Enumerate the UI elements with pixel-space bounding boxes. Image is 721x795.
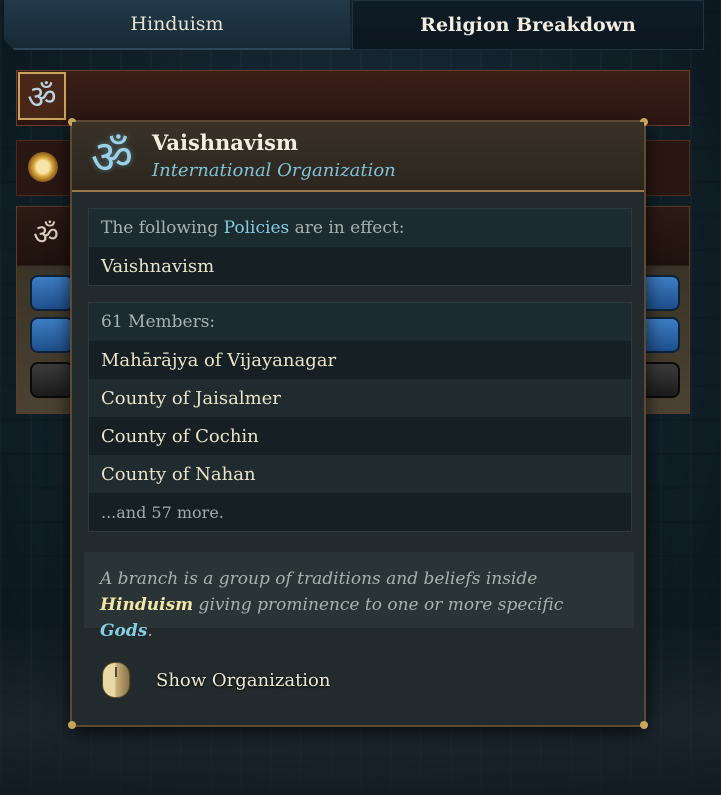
- member-item: Mahārājya of Vijayanagar: [89, 341, 631, 379]
- tab-religion-breakdown-label: Religion Breakdown: [420, 14, 636, 36]
- om-icon: ॐ: [91, 130, 133, 184]
- policies-link[interactable]: Policies: [224, 218, 290, 238]
- members-box: 61 Members: Mahārājya of Vijayanagar Cou…: [88, 302, 632, 532]
- tooltip-title: Vaishnavism: [152, 130, 299, 155]
- tab-hinduism-label: Hinduism: [130, 13, 224, 35]
- religion-row[interactable]: [16, 70, 690, 126]
- policies-box: The following Policies are in effect: Va…: [88, 208, 632, 286]
- tab-religion-breakdown[interactable]: Religion Breakdown: [352, 0, 704, 50]
- member-item: County of Cochin: [89, 417, 631, 455]
- tab-hinduism[interactable]: Hinduism: [4, 0, 350, 50]
- members-header: 61 Members:: [89, 303, 631, 341]
- om-icon[interactable]: ॐ: [18, 72, 66, 120]
- corner-ornament: [640, 721, 648, 729]
- tooltip-header: ॐ Vaishnavism International Organization: [72, 122, 644, 192]
- show-organization-label: Show Organization: [156, 669, 331, 691]
- blue-pill-button[interactable]: [30, 275, 74, 311]
- mouse-icon: [102, 662, 130, 698]
- om-icon: ॐ: [33, 218, 59, 251]
- policies-header: The following Policies are in effect:: [89, 209, 631, 247]
- organization-description: A branch is a group of traditions and be…: [84, 552, 634, 641]
- members-more: ...and 57 more.: [89, 493, 631, 531]
- dark-pill-button[interactable]: [30, 362, 74, 398]
- organization-tooltip: ॐ Vaishnavism International Organization…: [68, 118, 648, 729]
- sunburst-icon[interactable]: [22, 146, 64, 188]
- keyword-gods[interactable]: Gods: [100, 621, 147, 641]
- member-item: County of Nahan: [89, 455, 631, 493]
- blue-pill-button[interactable]: [30, 317, 74, 353]
- tooltip-subtitle: International Organization: [152, 160, 396, 181]
- corner-ornament: [68, 721, 76, 729]
- show-organization-action[interactable]: Show Organization: [102, 662, 331, 698]
- member-item: County of Jaisalmer: [89, 379, 631, 417]
- keyword-hinduism[interactable]: Hinduism: [100, 595, 193, 615]
- policy-item: Vaishnavism: [89, 247, 631, 285]
